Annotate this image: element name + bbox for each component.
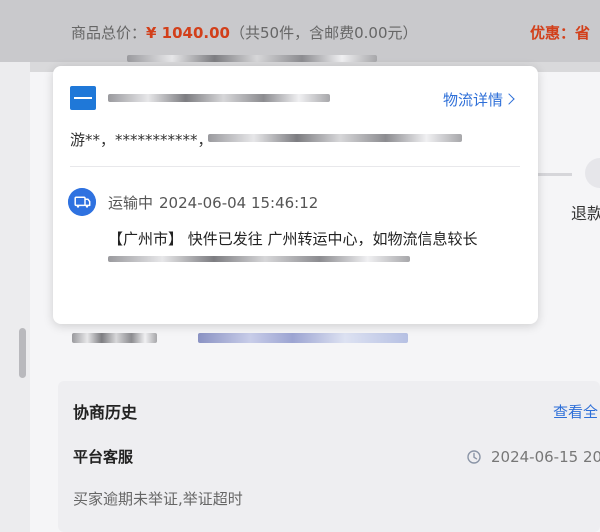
blurred-text — [198, 333, 408, 343]
history-title: 协商历史 — [73, 403, 138, 422]
history-entry-time: 2024-06-15 20: — [491, 448, 600, 466]
order-total-bar: 商品总价：¥ 1040.00（共50件，含邮费0.00元） 优惠：省 — [0, 0, 600, 62]
discount-text: 优惠：省 — [530, 24, 591, 42]
recipient-info: 游**，***********， — [70, 131, 213, 149]
blurred-text — [208, 134, 462, 142]
truck-icon — [68, 188, 96, 216]
carrier-logo — [70, 86, 96, 110]
blurred-text — [72, 333, 157, 343]
clock-icon — [467, 450, 481, 464]
scrollbar-thumb[interactable] — [19, 328, 26, 378]
blurred-text — [108, 94, 330, 102]
view-all-link[interactable]: 查看全 — [553, 401, 598, 422]
total-note: （共50件，含邮费0.00元） — [230, 24, 418, 42]
blurred-text — [127, 55, 377, 62]
detail-link-label: 物流详情 — [443, 91, 504, 109]
chevron-right-icon — [503, 93, 515, 105]
logistics-message: 【广州市】 快件已发往 广州转运中心，如物流信息较长 — [108, 230, 478, 248]
status-time: 2024-06-04 15:46:12 — [159, 194, 319, 212]
logistics-detail-link[interactable]: 物流详情 — [443, 89, 515, 110]
logistics-status: 运输中 2024-06-04 15:46:12 — [108, 192, 318, 213]
timeline-refund-label: 退款 — [571, 204, 600, 223]
divider — [70, 166, 520, 167]
history-entry-note: 买家逾期未举证,举证超时 — [73, 490, 243, 508]
total-amount: ¥ 1040.00 — [146, 24, 230, 42]
left-rail — [0, 0, 30, 532]
order-total-summary: 商品总价：¥ 1040.00（共50件，含邮费0.00元） — [71, 22, 418, 43]
status-text: 运输中 — [108, 194, 154, 212]
blurred-text — [108, 256, 410, 262]
total-label: 商品总价： — [71, 24, 147, 42]
history-entry-role: 平台客服 — [73, 448, 134, 466]
